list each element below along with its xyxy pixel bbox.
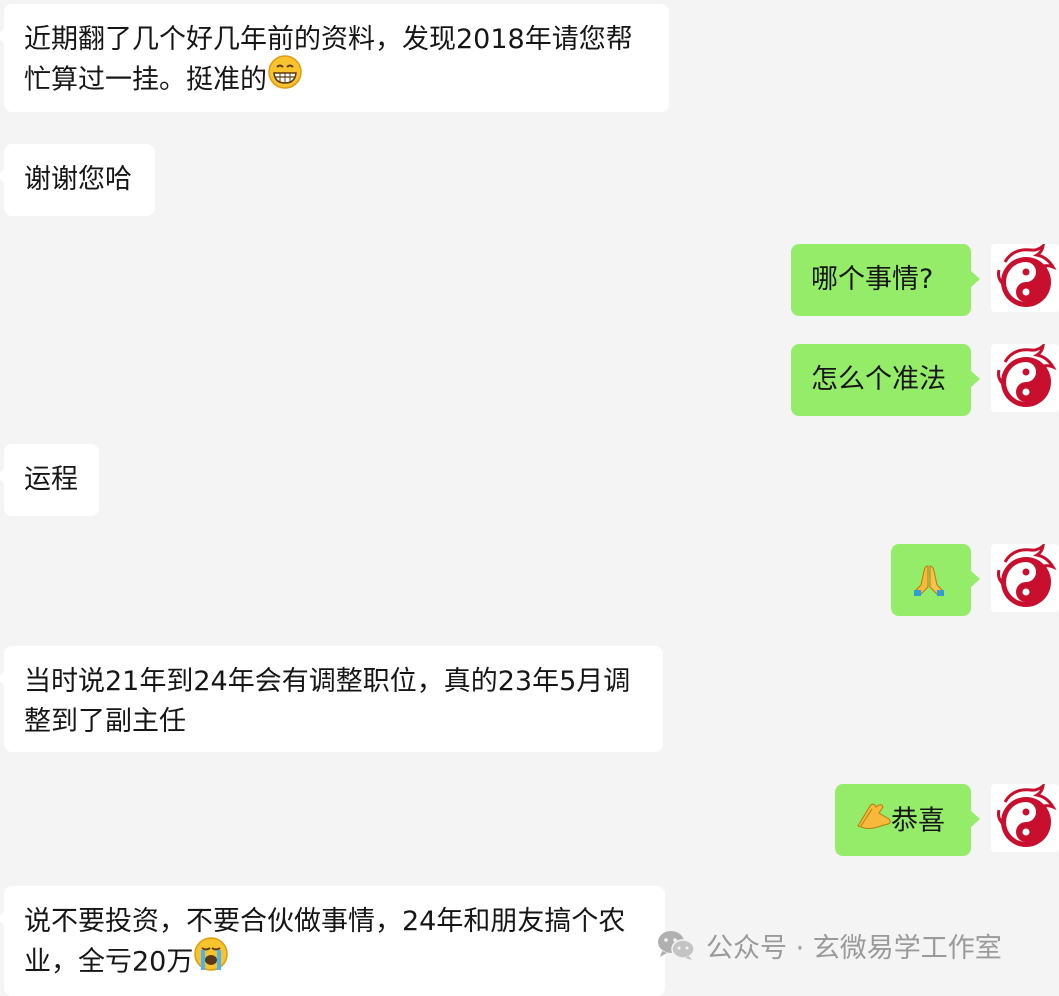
message-text: 谢谢您哈 [24,164,132,195]
message-text: 恭喜 [891,805,945,837]
crying-emoji-icon [193,936,229,984]
message-text-line2-wrap: 业，全亏20万 [24,937,645,984]
clap-emoji-icon [855,796,891,844]
message-text: 说不要投资，不要合伙做事情，24年和朋友搞个农 [24,906,626,937]
avatar[interactable] [991,244,1059,312]
message-text: 业，全亏20万 [24,946,194,978]
grin-emoji-icon [267,54,303,102]
message-text: 怎么个准法 [811,364,946,395]
message-bubble-outgoing[interactable]: 哪个事情? [791,244,980,316]
message-bubble-incoming[interactable]: 当时说21年到24年会有调整职位，真的23年5月调 整到了副主任 [0,646,663,752]
message-bubble-incoming[interactable]: 谢谢您哈 [0,144,155,216]
message-bubble-incoming[interactable]: 近期翻了几个好几年前的资料，发现2018年请您帮 忙算过一挂。挺准的 [0,4,669,112]
message-text-line2-wrap: 忙算过一挂。挺准的 [24,55,649,102]
message-bubble-incoming[interactable]: 说不要投资，不要合伙做事情，24年和朋友搞个农 业，全亏20万 [0,886,665,996]
pray-emoji-icon [911,562,947,610]
message-text: 整到了副主任 [24,706,186,737]
message-bubble-outgoing[interactable]: 恭喜 [835,784,980,856]
message-bubble-outgoing[interactable]: 怎么个准法 [791,344,980,416]
dragon-taiji-logo-icon [997,344,1057,407]
dragon-taiji-logo-icon [997,784,1057,847]
message-bubble-outgoing[interactable] [891,544,980,616]
avatar[interactable] [991,544,1059,612]
message-text: 近期翻了几个好几年前的资料，发现2018年请您帮 [24,24,633,55]
message-text: 运程 [24,464,78,495]
wechat-icon [658,931,695,960]
message-text: 忙算过一挂。挺准的 [24,64,267,96]
watermark-label: 公众号 · 玄微易学工作室 [706,932,1002,964]
message-text: 当时说21年到24年会有调整职位，真的23年5月调 [24,666,631,697]
dragon-taiji-logo-icon [997,544,1057,607]
avatar[interactable] [991,784,1059,852]
message-bubble-incoming[interactable]: 运程 [0,444,99,516]
message-text: 哪个事情? [811,264,934,295]
watermark: 公众号 · 玄微易学工作室 [656,925,1002,965]
dragon-taiji-logo-icon [997,244,1057,307]
avatar[interactable] [991,344,1059,412]
